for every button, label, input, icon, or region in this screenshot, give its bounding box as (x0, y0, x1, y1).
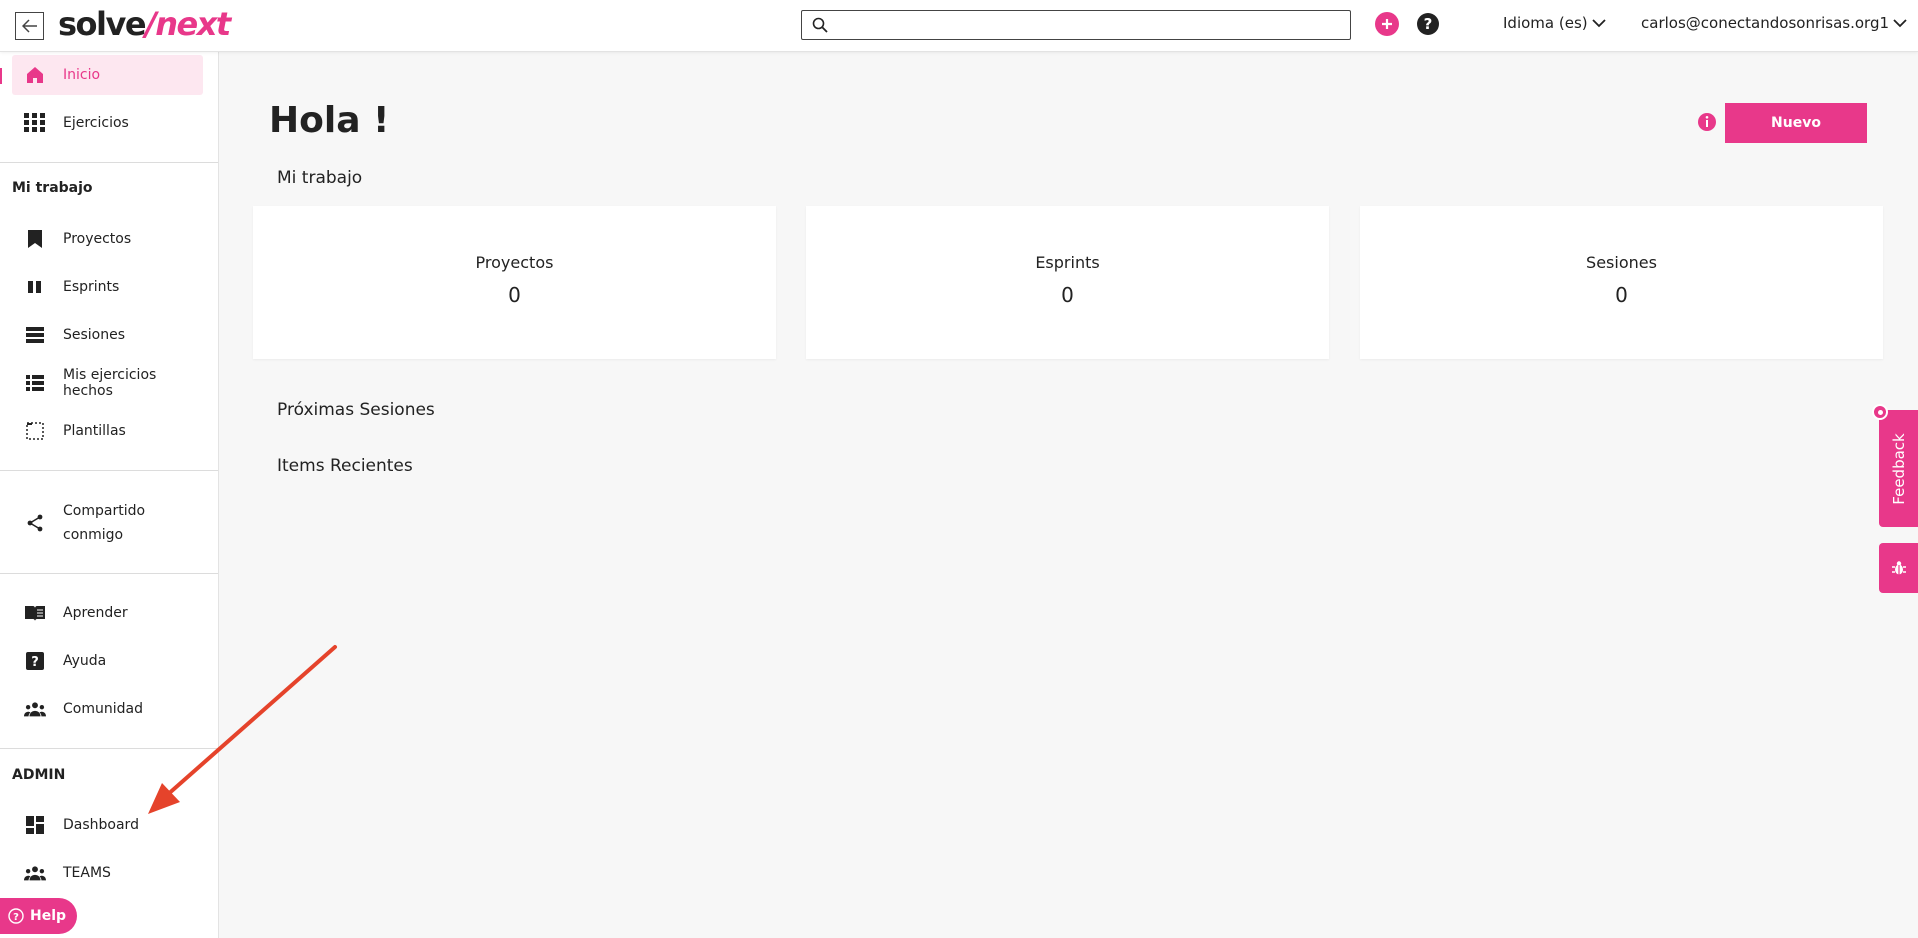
section-title-admin: ADMIN (12, 767, 66, 783)
search-box[interactable] (801, 10, 1351, 40)
search-input[interactable] (834, 12, 1350, 38)
sidebar-item-comunidad[interactable]: Comunidad (12, 689, 203, 729)
columns-icon (24, 276, 46, 298)
top-bar: solve/next ? Idioma (es) carlos@conectan… (0, 0, 1918, 52)
chevron-down-icon (1893, 19, 1907, 28)
sidebar-item-label: Plantillas (63, 423, 126, 439)
sidebar-item-proyectos[interactable]: Proyectos (12, 219, 203, 259)
stat-card-value: 0 (508, 283, 521, 307)
sidebar-item-label: Aprender (63, 605, 128, 621)
divider (0, 470, 218, 471)
feedback-notification-dot (1872, 404, 1888, 420)
feedback-label: Feedback (1889, 432, 1908, 505)
help-widget-label: Help (30, 908, 67, 924)
help-button[interactable]: ? (1415, 11, 1441, 37)
plus-icon (1382, 19, 1392, 29)
user-menu[interactable]: carlos@conectandosonrisas.org1 (1641, 14, 1907, 32)
help-widget-button[interactable]: ? Help (0, 898, 77, 934)
label-line-2: conmigo (63, 527, 124, 543)
active-indicator (0, 68, 2, 84)
sidebar-item-label: Mis ejercicios hechos (63, 367, 157, 399)
svg-text:?: ? (31, 655, 39, 670)
sidebar-item-label: Proyectos (63, 231, 132, 247)
people-icon (24, 862, 46, 884)
sidebar-item-sesiones[interactable]: Sesiones (12, 315, 203, 355)
logo-text-solve: solve (58, 5, 147, 43)
language-label: Idioma (es) (1503, 14, 1588, 32)
back-button[interactable] (15, 12, 44, 40)
stat-card-esprints[interactable]: Esprints 0 (806, 206, 1329, 359)
sidebar-item-label: Inicio (63, 67, 101, 83)
feedback-tab[interactable]: Feedback (1879, 410, 1918, 527)
page-title: Hola ! (269, 100, 390, 141)
sidebar-item-label: Comunidad (63, 701, 143, 717)
search-icon (812, 17, 828, 33)
sidebar-item-dashboard[interactable]: Dashboard (12, 805, 203, 845)
sidebar-item-label: Dashboard (63, 817, 139, 833)
user-email: carlos@conectandosonrisas.org1 (1641, 14, 1890, 32)
stat-card-title: Proyectos (475, 253, 554, 272)
add-button[interactable] (1375, 12, 1399, 36)
sidebar-item-label: Compartido conmigo (63, 499, 145, 547)
sidebar-item-ayuda[interactable]: ? Ayuda (12, 641, 203, 681)
main-content: Hola ! Nuevo Mi trabajo Proyectos 0 Espr… (219, 52, 1918, 938)
section-heading-recent-items: Items Recientes (277, 456, 413, 476)
label-line-1: Compartido (63, 503, 146, 519)
template-icon (24, 420, 46, 442)
home-icon (24, 64, 46, 86)
section-heading-upcoming-sessions: Próximas Sesiones (277, 400, 435, 420)
bug-icon (1891, 561, 1906, 575)
people-icon (24, 698, 46, 720)
bookmark-icon (24, 228, 46, 250)
sidebar-item-plantillas[interactable]: Plantillas (12, 411, 203, 451)
stack-icon (24, 324, 46, 346)
sidebar-item-mis-ejercicios-hechos[interactable]: Mis ejercicios hechos (12, 363, 203, 403)
stat-card-value: 0 (1615, 283, 1628, 307)
stat-card-value: 0 (1061, 283, 1074, 307)
new-button[interactable]: Nuevo (1725, 103, 1867, 143)
sidebar-item-label: Sesiones (63, 327, 126, 343)
bug-report-tab[interactable] (1879, 543, 1918, 593)
divider (0, 162, 218, 163)
sidebar-item-label: Esprints (63, 279, 120, 295)
info-icon[interactable] (1697, 112, 1717, 132)
sidebar-item-label: TEAMS (63, 865, 111, 881)
stat-card-title: Sesiones (1586, 253, 1657, 272)
app-logo[interactable]: solve/next (58, 4, 231, 44)
book-icon (24, 602, 46, 624)
dashboard-icon (24, 814, 46, 836)
sidebar-item-inicio[interactable]: Inicio (12, 55, 203, 95)
question-circle-icon: ? (1417, 13, 1439, 35)
sidebar: Inicio Ejercicios Mi trabajo Proyectos E… (0, 52, 219, 938)
divider (0, 573, 218, 574)
sidebar-item-aprender[interactable]: Aprender (12, 593, 203, 633)
grid-icon (24, 112, 46, 134)
chevron-down-icon (1591, 19, 1606, 28)
sidebar-item-ejercicios[interactable]: Ejercicios (12, 103, 203, 143)
question-circle-icon: ? (8, 908, 24, 924)
svg-text:?: ? (13, 912, 19, 923)
logo-text-next: /next (145, 5, 231, 43)
question-icon: ? (24, 650, 46, 672)
stat-card-sesiones[interactable]: Sesiones 0 (1360, 206, 1883, 359)
share-icon (24, 512, 46, 534)
sidebar-item-teams[interactable]: TEAMS (12, 853, 203, 893)
stat-card-proyectos[interactable]: Proyectos 0 (253, 206, 776, 359)
section-heading-my-work: Mi trabajo (277, 168, 363, 188)
arrow-left-icon (21, 19, 37, 33)
sidebar-item-esprints[interactable]: Esprints (12, 267, 203, 307)
sidebar-item-compartido-conmigo[interactable]: Compartido conmigo (12, 495, 203, 551)
divider (0, 748, 218, 749)
sidebar-item-label: Ejercicios (63, 115, 129, 131)
stat-card-title: Esprints (1035, 253, 1100, 272)
svg-text:?: ? (1424, 15, 1433, 33)
sidebar-item-label: Ayuda (63, 653, 107, 669)
section-title-my-work: Mi trabajo (12, 180, 93, 196)
language-selector[interactable]: Idioma (es) (1503, 14, 1606, 32)
list-icon (24, 372, 46, 394)
